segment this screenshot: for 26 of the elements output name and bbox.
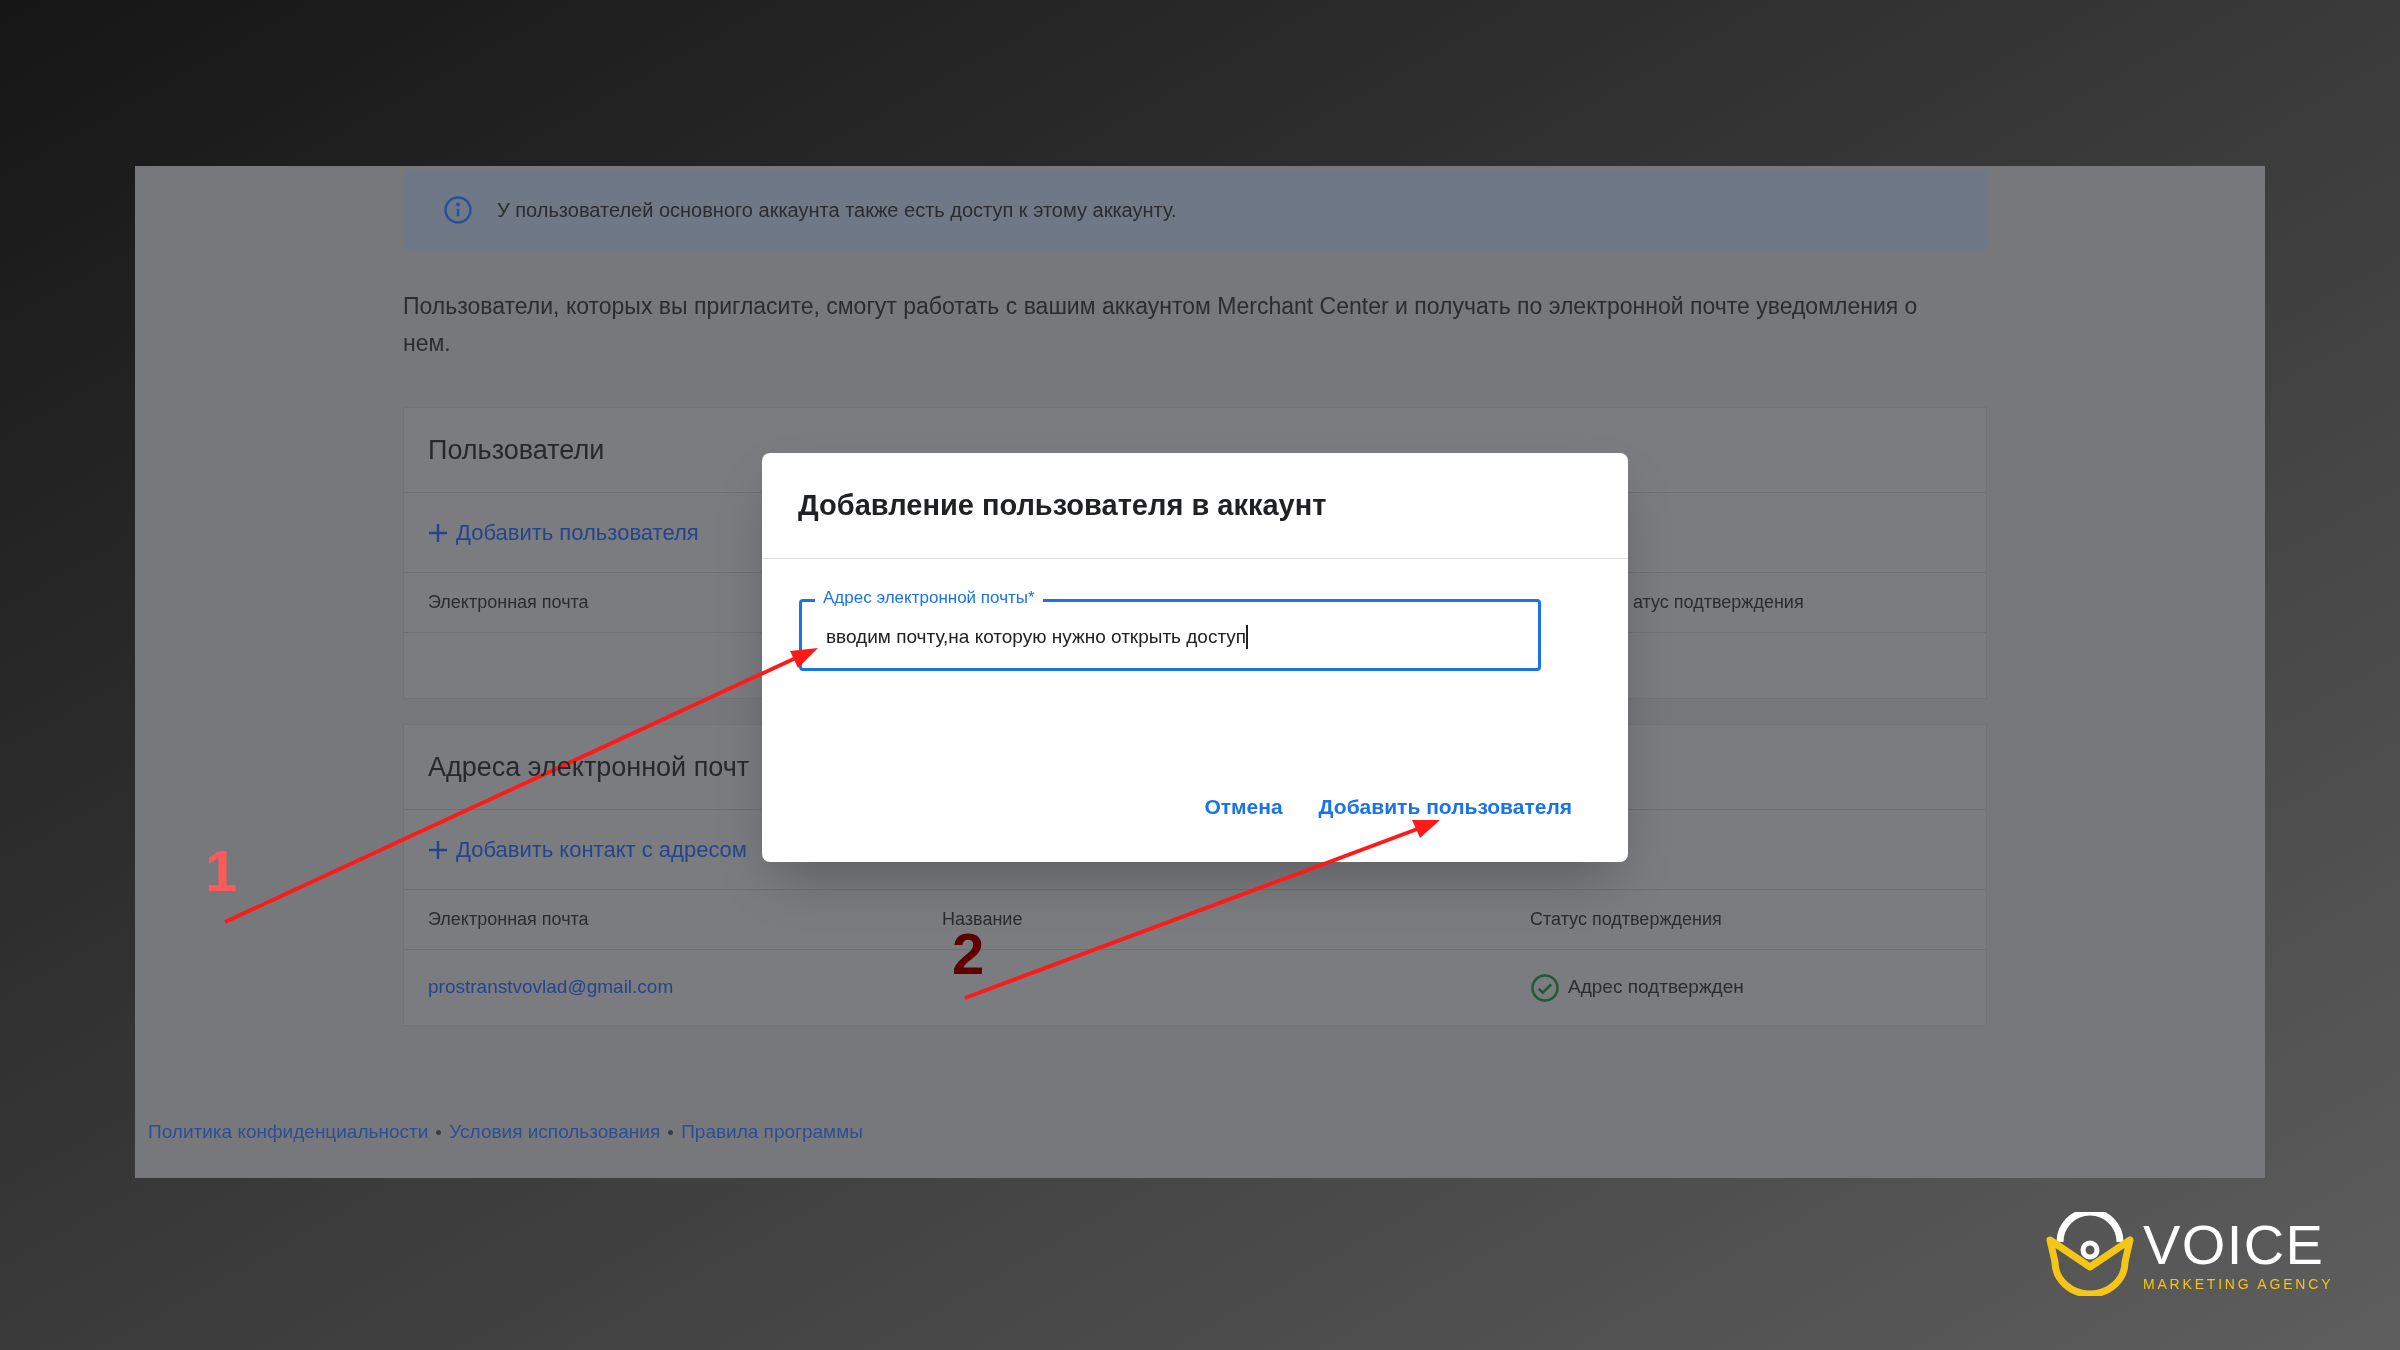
dialog-title: Добавление пользователя в аккаунт xyxy=(798,487,1327,523)
email-link[interactable]: prostranstvovlad@gmail.com xyxy=(428,976,674,998)
column-header: Электронная почта xyxy=(428,908,590,931)
add-user-link[interactable]: Добавить пользователя xyxy=(456,516,699,549)
logo-icon xyxy=(2045,1212,2135,1296)
card-title: Пользователи xyxy=(428,433,605,467)
column-header: Статус подтверждения xyxy=(1530,908,1722,931)
footer-link[interactable]: Политика конфиденциальности xyxy=(148,1118,429,1147)
input-value: вводим почту,на которую нужно открыть доступ xyxy=(826,624,1247,649)
logo-tagline: MARKETING AGENCY xyxy=(2143,1277,2334,1291)
plus-icon xyxy=(428,839,448,860)
info-icon xyxy=(443,195,473,225)
info-text: У пользователей основного аккаунта также есть доступ к этому аккаунту. xyxy=(497,198,1177,223)
column-header: Электронная почта xyxy=(428,592,589,612)
cancel-button[interactable]: Отмена xyxy=(1204,790,1283,822)
description-text: Пользователи, которых вы пригласите, смогут работать с вашим аккаунтом Merchant Center и получать по электронной почте уведомления о нем. xyxy=(403,292,1919,358)
add-user-button[interactable]: Добавить пользователя xyxy=(1318,790,1572,822)
column-header: атус подтверждения xyxy=(1633,591,1804,614)
status-text: Адрес подтвержден xyxy=(1568,975,1744,1000)
add-contact-link[interactable]: Добавить контакт с адресом xyxy=(456,833,747,866)
footer-link[interactable]: Условия использования xyxy=(449,1118,661,1147)
plus-icon xyxy=(428,522,448,543)
field-label: Адрес электронной почты* xyxy=(815,587,1043,609)
annotation-number: 1 xyxy=(205,842,238,900)
logo-name: VOICE xyxy=(2143,1217,2326,1273)
footer-link[interactable]: Правила программы xyxy=(681,1118,863,1147)
